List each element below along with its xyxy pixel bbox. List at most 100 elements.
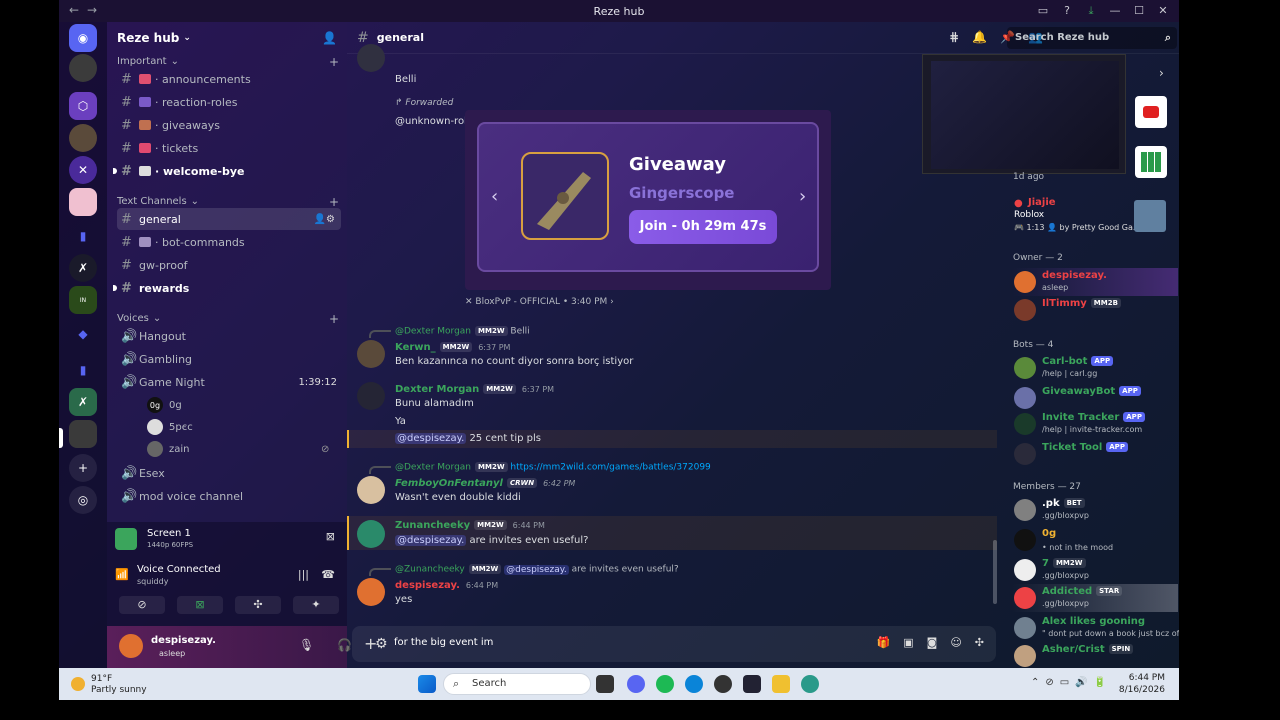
message-input[interactable]: for the big event im (394, 637, 493, 648)
voice-user[interactable]: zain ⊘ (147, 441, 329, 457)
add-channel-icon[interactable]: + (329, 312, 339, 326)
message[interactable]: Belli ↱ Forwarded @unknown-role 1x Ginge… (347, 44, 987, 127)
folder-icon[interactable]: ▮ (69, 222, 97, 250)
server-icon[interactable]: ⬡ (69, 92, 97, 120)
author-name[interactable]: Dexter Morgan MM2W 6:37 PM (395, 384, 554, 395)
giveaway-image[interactable]: ‹ Giveaway Gingerscope Join - 0h 29m 47s… (465, 110, 831, 290)
message[interactable]: Zunancheeky MM2W 6:44 PM @despisezay. are … (347, 518, 987, 550)
author-name[interactable]: FemboyOnFentanyl CRWN 6:42 PM (395, 478, 575, 489)
channel-bot-commands[interactable]: # · bot-commands (117, 231, 341, 253)
channel-tickets[interactable]: # · tickets (117, 137, 341, 159)
server-header[interactable]: Reze hub ⌄ 👤 (107, 22, 347, 54)
discord-taskbar-icon[interactable] (627, 675, 645, 693)
download-icon[interactable]: ⤓ (1079, 2, 1103, 20)
clock[interactable]: 6:44 PM 8/16/2026 (1119, 672, 1165, 696)
inbox-icon[interactable]: ▭ (1031, 2, 1055, 20)
member-row[interactable]: Alex likes gooning " dont put down a boo… (1012, 614, 1179, 642)
avatar[interactable] (357, 382, 385, 410)
activity-card[interactable]: ● Jiajie Roblox 🎮 1:13 👤 by Pretty Good … (1012, 196, 1178, 232)
add-server-icon[interactable]: + (69, 454, 97, 482)
member-row[interactable]: Asher/Crist SPIN (1012, 642, 1178, 668)
activities-icon[interactable]: ✣ (235, 596, 281, 614)
reply-preview[interactable]: @Zunancheeky MM2W @despisezay. are invite… (395, 564, 679, 575)
sticker-icon[interactable]: ◙ (927, 636, 938, 649)
stop-stream-icon[interactable]: ⊠ (326, 530, 335, 543)
avatar[interactable] (357, 340, 385, 368)
screen-share-row[interactable]: Screen 1 1440p 60FPS ⊠ (115, 528, 339, 552)
channel-welcome-bye[interactable]: # · welcome-bye (113, 160, 341, 182)
help-icon[interactable]: ? (1055, 2, 1079, 20)
add-channel-icon[interactable]: + (329, 55, 339, 69)
reply-preview[interactable]: @Dexter Morgan MM2W https://mm2wild.com/g… (395, 462, 711, 473)
upload-icon[interactable]: + (364, 634, 377, 653)
voice-channel-game-night[interactable]: 🔊 Game Night 1:39:12 (117, 371, 341, 393)
folder-icon[interactable]: ▮ (69, 356, 97, 384)
direct-messages-icon[interactable]: ◉ (69, 24, 97, 52)
member-row[interactable]: .pk BET .gg/bloxpvp (1012, 496, 1178, 524)
avatar[interactable] (357, 476, 385, 504)
reply-preview[interactable]: @Dexter Morgan MM2W Belli (395, 326, 530, 337)
member-row[interactable]: Ticket Tool APP (1012, 440, 1178, 468)
video-off-icon[interactable]: ⊘ (119, 596, 165, 614)
member-row[interactable]: IlTimmy MM2B (1012, 296, 1178, 324)
voice-user[interactable]: 0g 0g (147, 397, 182, 413)
discover-icon[interactable]: ◎ (69, 486, 97, 514)
server-icon[interactable]: IN (69, 286, 97, 314)
task-view-icon[interactable] (596, 675, 614, 693)
threads-icon[interactable]: ⋕ (949, 30, 959, 44)
username[interactable]: despisezay. (151, 635, 216, 646)
channel-settings-icon[interactable]: 👤⚙ (314, 214, 335, 225)
category-text-channels[interactable]: Text Channels ⌄ + (117, 195, 339, 209)
emoji-icon[interactable]: ☺ (950, 636, 961, 649)
avatar[interactable] (357, 520, 385, 548)
member-row[interactable]: Invite Tracker APP /help | invite-tracker… (1012, 410, 1178, 438)
forwarded-source[interactable]: ✕ BloxPvP - OFFICIAL • 3:40 PM › (465, 297, 614, 307)
scrollbar[interactable] (993, 540, 997, 604)
start-icon[interactable] (418, 675, 436, 693)
voice-channel-esex[interactable]: 🔊 Esex (117, 462, 341, 484)
server-icon[interactable] (69, 420, 97, 448)
spotify-icon[interactable] (656, 675, 674, 693)
member-row[interactable]: 0g • not in the mood (1012, 526, 1178, 554)
voice-channel-hangout[interactable]: 🔊 Hangout (117, 325, 341, 347)
search-input[interactable]: Search Reze hub ⌕ (1007, 27, 1177, 49)
author-name[interactable]: Kerwn_ MM2W 6:37 PM (395, 342, 510, 353)
author-name[interactable]: Zunancheeky MM2W 6:44 PM (395, 520, 545, 531)
channel-reaction-roles[interactable]: # · reaction-roles (117, 91, 341, 113)
member-row[interactable]: Carl-bot APP /help | carl.gg (1012, 354, 1178, 382)
server-icon[interactable]: ✗ (69, 254, 97, 282)
microphone-icon[interactable]: 🎙 (299, 638, 314, 652)
soundboard-icon[interactable]: ✦ (293, 596, 339, 614)
server-icon[interactable] (69, 124, 97, 152)
voice-channel-gambling[interactable]: 🔊 Gambling (117, 348, 341, 370)
voice-user[interactable]: 5pєc (147, 419, 193, 435)
category-voices[interactable]: Voices ⌄ + (117, 312, 339, 326)
gif-icon[interactable]: ▣ (903, 636, 913, 649)
close-button[interactable]: ✕ (1151, 2, 1175, 20)
obs-icon[interactable] (714, 675, 732, 693)
voice-channel-mod[interactable]: 🔊 mod voice channel (117, 485, 341, 507)
avatar[interactable] (119, 634, 143, 658)
minimize-button[interactable]: — (1103, 2, 1127, 20)
invite-icon[interactable]: 👤 (322, 31, 337, 45)
member-row[interactable]: 7 MM2W .gg/bloxpvp (1012, 556, 1178, 584)
add-channel-icon[interactable]: + (329, 195, 339, 209)
edge-icon[interactable] (685, 675, 703, 693)
channel-rewards[interactable]: # rewards (113, 277, 341, 299)
avatar[interactable] (357, 578, 385, 606)
channel-general[interactable]: # general 👤⚙ (117, 208, 341, 230)
apps-icon[interactable]: ✣ (975, 636, 984, 649)
avatar[interactable] (357, 44, 385, 72)
member-row[interactable]: Addicted STAR .gg/bloxpvp (1012, 584, 1178, 612)
message[interactable]: @Dexter Morgan MM2W Belli Kerwn_ MM2W 6:37 … (347, 324, 987, 370)
message-composer[interactable]: + for the big event im 🎁 ▣ ◙ ☺ ✣ (352, 626, 996, 662)
message[interactable]: @Zunancheeky MM2W @despisezay. are invite… (347, 562, 987, 608)
member-row[interactable]: GiveawayBot APP (1012, 384, 1178, 412)
taskbar-search[interactable]: ⌕ Search (443, 673, 591, 695)
channel-announcements[interactable]: # · announcements (117, 68, 341, 90)
voice-status[interactable]: Voice Connected (137, 564, 221, 575)
app-icon[interactable] (743, 675, 761, 693)
gift-icon[interactable]: 🎁 (877, 636, 891, 649)
file-explorer-icon[interactable] (772, 675, 790, 693)
maximize-button[interactable]: ☐ (1127, 2, 1151, 20)
